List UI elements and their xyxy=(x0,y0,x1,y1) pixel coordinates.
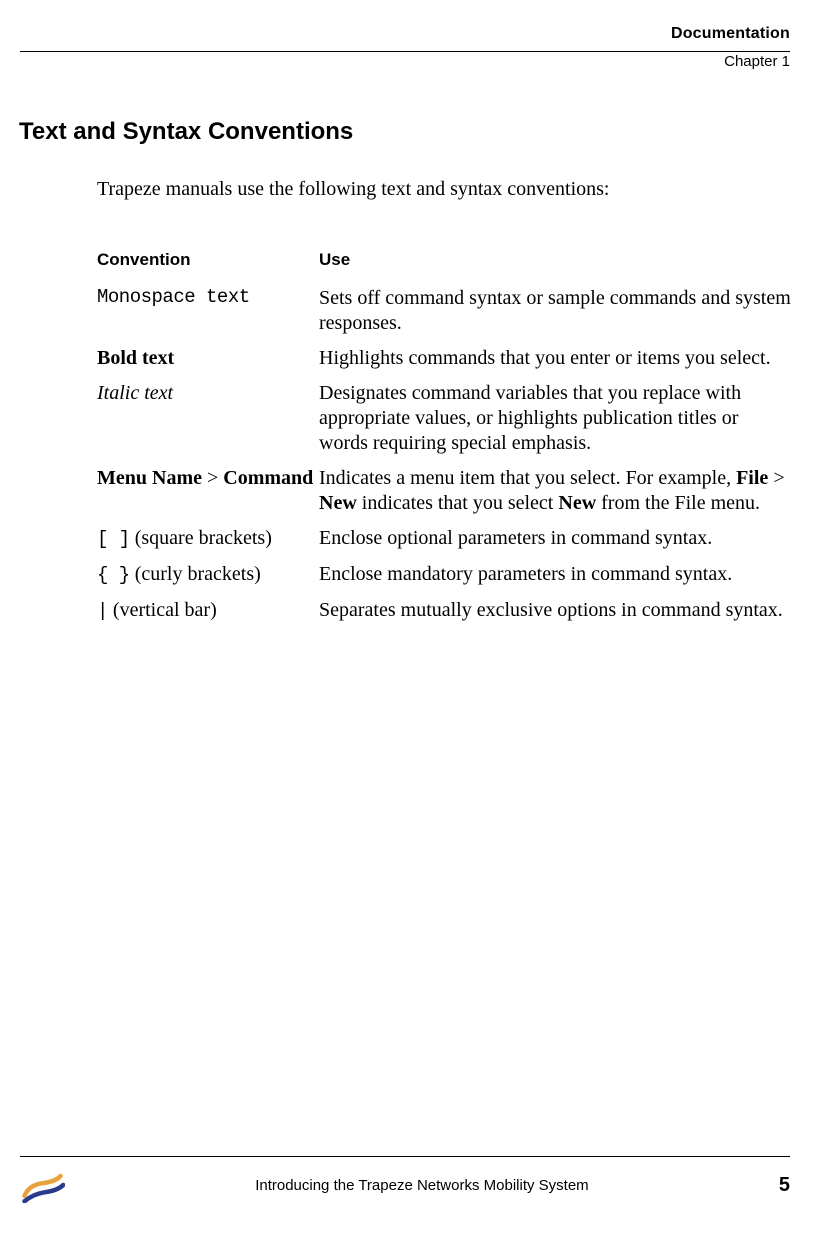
table-row: Menu Name > Command Indicates a menu ite… xyxy=(97,466,791,516)
convention-cell: Bold text xyxy=(97,346,319,371)
chapter-label: Chapter 1 xyxy=(671,53,790,70)
page-number: 5 xyxy=(779,1174,790,1197)
convention-cell: Monospace text xyxy=(97,286,319,336)
table-row: Bold text Highlights commands that you e… xyxy=(97,346,791,371)
convention-cell: Italic text xyxy=(97,381,319,456)
table-row: Italic text Designates command variables… xyxy=(97,381,791,456)
page-header: Documentation Chapter 1 xyxy=(671,25,790,70)
table-row: Monospace text Sets off command syntax o… xyxy=(97,286,791,336)
table-header-row: Convention Use xyxy=(97,250,791,270)
section-title: Text and Syntax Conventions xyxy=(19,118,353,146)
intro-text: Trapeze manuals use the following text a… xyxy=(97,178,610,201)
header-rule xyxy=(20,51,790,52)
use-cell: Highlights commands that you enter or it… xyxy=(319,346,791,371)
use-cell: Separates mutually exclusive options in … xyxy=(319,598,791,624)
convention-cell: | (vertical bar) xyxy=(97,598,319,624)
use-cell: Enclose optional parameters in command s… xyxy=(319,526,791,552)
page-footer: Introducing the Trapeze Networks Mobilit… xyxy=(0,1156,825,1206)
conventions-table: Convention Use Monospace text Sets off c… xyxy=(97,250,791,633)
footer-rule xyxy=(20,1156,790,1157)
convention-cell: [ ] (square brackets) xyxy=(97,526,319,552)
footer-text: Introducing the Trapeze Networks Mobilit… xyxy=(65,1177,779,1194)
header-use: Use xyxy=(319,250,791,270)
table-row: [ ] (square brackets) Enclose optional p… xyxy=(97,526,791,552)
footer-content: Introducing the Trapeze Networks Mobilit… xyxy=(0,1167,825,1203)
use-cell: Sets off command syntax or sample comman… xyxy=(319,286,791,336)
use-cell: Enclose mandatory parameters in command … xyxy=(319,562,791,588)
header-convention: Convention xyxy=(97,250,319,270)
convention-cell: { } (curly brackets) xyxy=(97,562,319,588)
table-row: { } (curly brackets) Enclose mandatory p… xyxy=(97,562,791,588)
trapeze-logo-icon xyxy=(20,1167,65,1203)
header-title: Documentation xyxy=(671,25,790,43)
use-cell: Designates command variables that you re… xyxy=(319,381,791,456)
table-row: | (vertical bar) Separates mutually excl… xyxy=(97,598,791,624)
convention-cell: Menu Name > Command xyxy=(97,466,319,516)
use-cell: Indicates a menu item that you select. F… xyxy=(319,466,791,516)
